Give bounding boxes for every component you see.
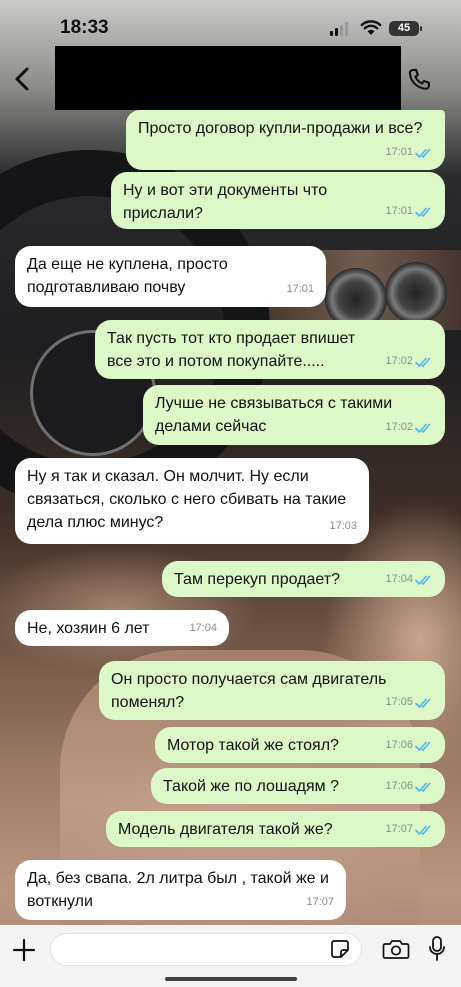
message-meta: 17:03 — [329, 515, 357, 538]
message-time: 17:04 — [189, 622, 217, 634]
message-time: 17:05 — [385, 696, 413, 708]
double-check-read-icon — [415, 698, 431, 708]
message-text: Такой же по лошадям ? — [163, 778, 339, 795]
message-time: 17:07 — [306, 896, 334, 908]
attach-button[interactable] — [11, 937, 37, 963]
message-outgoing[interactable]: Модель двигателя такой же? 17:07 — [106, 811, 445, 847]
wifi-icon — [360, 20, 382, 35]
sticker-button[interactable] — [330, 939, 350, 959]
message-time: 17:03 — [329, 520, 357, 532]
message-incoming[interactable]: Да, без свапа. 2л литра был , такой же и… — [15, 860, 346, 920]
message-input-bar — [0, 925, 461, 987]
message-meta: 17:06 — [385, 775, 433, 798]
message-text: Не, хозяин 6 лет — [27, 620, 150, 637]
message-meta: 17:06 — [385, 734, 433, 757]
battery-indicator: 45 — [389, 21, 422, 36]
message-meta: 17:04 — [189, 617, 217, 640]
message-time: 17:02 — [385, 355, 413, 367]
message-incoming[interactable]: Да еще не куплена, просто подготавливаю … — [15, 246, 326, 307]
message-time: 17:02 — [385, 421, 413, 433]
cellular-signal-icon — [330, 22, 348, 36]
message-list: Просто договор купли-продажи и все? 17:0… — [0, 0, 461, 987]
chevron-left-icon — [15, 67, 29, 91]
message-time: 17:01 — [385, 146, 413, 158]
message-text: Ну я так и сказал. Он молчит. Ну если св… — [27, 468, 347, 531]
message-outgoing[interactable]: Просто договор купли-продажи и все? 17:0… — [126, 110, 445, 170]
message-outgoing[interactable]: Он просто получается сам двигатель помен… — [99, 661, 445, 720]
double-check-read-icon — [415, 741, 431, 751]
status-bar: 18:33 45 — [0, 0, 461, 46]
double-check-read-icon — [415, 148, 431, 158]
double-check-read-icon — [415, 207, 431, 217]
message-meta: 17:04 — [385, 568, 433, 591]
double-check-read-icon — [415, 782, 431, 792]
message-text: Там перекуп продает? — [174, 571, 340, 588]
message-meta: 17:05 — [385, 691, 433, 714]
message-time: 17:01 — [286, 283, 314, 295]
message-time: 17:07 — [385, 823, 413, 835]
message-text: Мотор такой же стоял? — [167, 737, 339, 754]
message-outgoing[interactable]: Такой же по лошадям ? 17:06 — [151, 768, 445, 804]
microphone-button[interactable] — [428, 935, 446, 963]
message-incoming[interactable]: Ну я так и сказал. Он молчит. Ну если св… — [15, 458, 369, 544]
contact-name-redacted[interactable] — [55, 46, 401, 110]
message-text: Модель двигателя такой же? — [118, 821, 333, 838]
message-meta: 17:01 — [286, 278, 314, 301]
message-meta: 17:07 — [306, 891, 334, 914]
message-outgoing[interactable]: Так пусть тот кто продает впишет все это… — [95, 320, 445, 379]
message-text: Да еще не куплена, просто подготавливаю … — [27, 256, 228, 296]
message-meta: 17:07 — [385, 818, 433, 841]
double-check-read-icon — [415, 825, 431, 835]
message-time: 17:06 — [385, 739, 413, 751]
back-button[interactable] — [8, 58, 38, 98]
phone-icon — [408, 68, 431, 90]
battery-level: 45 — [397, 22, 411, 34]
double-check-read-icon — [415, 423, 431, 433]
message-meta: 17:02 — [385, 350, 433, 373]
message-incoming[interactable]: Не, хозяин 6 лет 17:04 — [15, 610, 229, 646]
message-meta: 17:02 — [385, 416, 433, 439]
plus-icon — [12, 938, 36, 962]
message-input[interactable] — [50, 933, 362, 966]
microphone-icon — [429, 936, 445, 961]
message-time: 17:06 — [385, 780, 413, 792]
chat-header — [0, 46, 461, 110]
home-indicator — [165, 977, 297, 981]
camera-button[interactable] — [382, 938, 410, 960]
message-text: Да, без свапа. 2л литра был , такой же и… — [27, 870, 329, 910]
message-meta: 17:01 — [385, 200, 433, 223]
message-outgoing[interactable]: Там перекуп продает? 17:04 — [162, 561, 445, 597]
double-check-read-icon — [415, 357, 431, 367]
double-check-read-icon — [415, 575, 431, 585]
message-text: Так пусть тот кто продает впишет все это… — [107, 330, 356, 370]
message-time: 17:01 — [385, 205, 413, 217]
message-time: 17:04 — [385, 573, 413, 585]
call-button[interactable] — [405, 66, 433, 94]
camera-icon — [382, 940, 410, 959]
message-outgoing[interactable]: Ну и вот эти документы что прислали? 17:… — [111, 172, 445, 229]
message-meta: 17:01 — [385, 141, 433, 164]
sticker-icon — [331, 940, 349, 958]
message-outgoing[interactable]: Лучше не связываться с такими делами сей… — [143, 385, 445, 445]
status-time: 18:33 — [60, 17, 109, 38]
message-text: Просто договор купли-продажи и все? — [138, 120, 423, 137]
message-outgoing[interactable]: Мотор такой же стоял? 17:06 — [155, 727, 445, 763]
